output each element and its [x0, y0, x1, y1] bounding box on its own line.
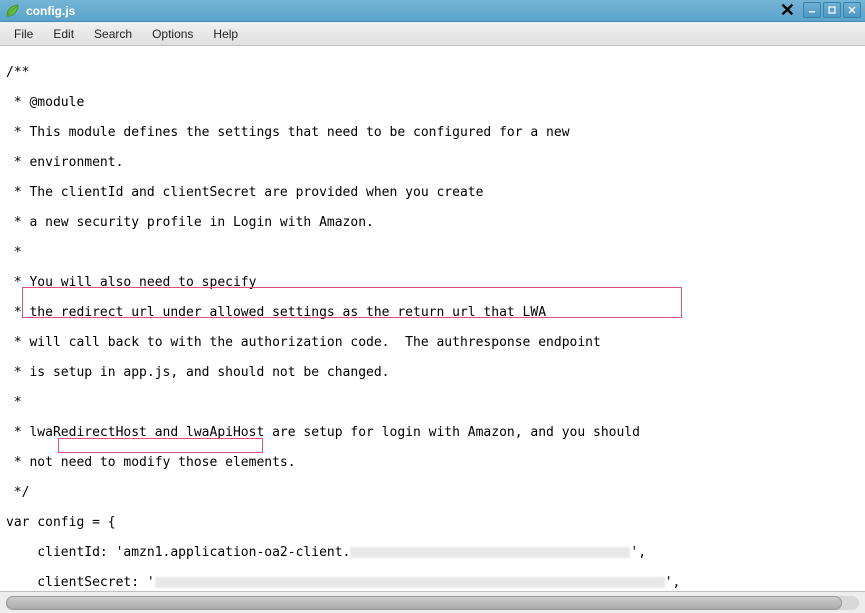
code-line: /**: [6, 65, 859, 80]
code-line: clientId: 'amzn1.application-oa2-client.…: [6, 545, 859, 560]
code-line: * This module defines the settings that …: [6, 125, 859, 140]
close-x-icon[interactable]: ✕: [774, 0, 801, 21]
window-title: config.js: [26, 4, 774, 18]
leaf-icon: [4, 3, 20, 19]
code-text: clientId: 'amzn1.application-oa2-client.: [6, 545, 350, 560]
code-line: * a new security profile in Login with A…: [6, 215, 859, 230]
code-line: * will call back to with the authorizati…: [6, 335, 859, 350]
code-text: ',: [665, 575, 681, 590]
code-line: var config = {: [6, 515, 859, 530]
code-line: * You will also need to specify: [6, 275, 859, 290]
menu-search[interactable]: Search: [84, 24, 142, 44]
menu-options[interactable]: Options: [142, 24, 203, 44]
redacted-client-id: [350, 547, 630, 558]
menu-edit[interactable]: Edit: [43, 24, 84, 44]
code-line: * is setup in app.js, and should not be …: [6, 365, 859, 380]
highlight-box-device: [58, 438, 263, 453]
menu-bar: File Edit Search Options Help: [0, 22, 865, 46]
code-line: * environment.: [6, 155, 859, 170]
minimize-button[interactable]: [803, 2, 821, 18]
code-line: * @module: [6, 95, 859, 110]
code-line: *: [6, 245, 859, 260]
code-line: * lwaRedirectHost and lwaApiHost are set…: [6, 425, 859, 440]
code-editor[interactable]: /** * @module * This module defines the …: [0, 46, 865, 591]
code-line: * The clientId and clientSecret are prov…: [6, 185, 859, 200]
menu-help[interactable]: Help: [203, 24, 248, 44]
menu-file[interactable]: File: [4, 24, 43, 44]
code-line: * not need to modify those elements.: [6, 455, 859, 470]
code-text: clientSecret: ': [6, 575, 155, 590]
code-text: ',: [630, 545, 646, 560]
scroll-thumb[interactable]: [6, 596, 842, 610]
close-button[interactable]: [843, 2, 861, 18]
code-line: clientSecret: ' ',: [6, 575, 859, 590]
status-bar: [0, 591, 865, 613]
code-line: * the redirect url under allowed setting…: [6, 305, 859, 320]
title-bar: config.js ✕: [0, 0, 865, 22]
redacted-client-secret: [155, 577, 665, 588]
code-line: *: [6, 395, 859, 410]
maximize-button[interactable]: [823, 2, 841, 18]
window-controls: [803, 2, 861, 18]
horizontal-scrollbar[interactable]: [6, 596, 859, 610]
code-line: */: [6, 485, 859, 500]
